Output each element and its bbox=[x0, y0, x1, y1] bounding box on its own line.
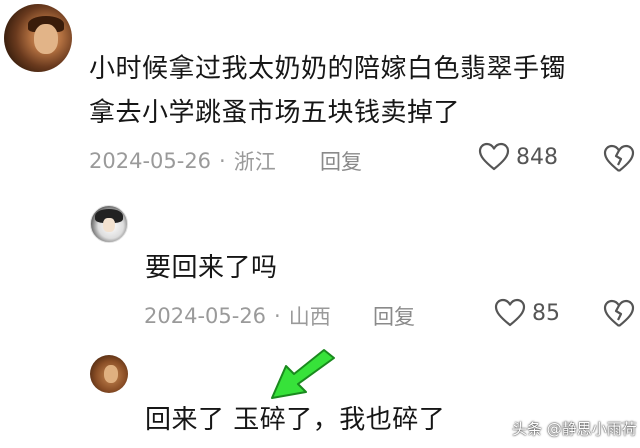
reply-text: 回来了 玉碎了，我也碎了 bbox=[145, 405, 446, 435]
comment-avatar[interactable] bbox=[4, 4, 72, 72]
reply-like-button[interactable]: 85 bbox=[494, 298, 560, 328]
reply-dislike-button[interactable] bbox=[602, 299, 640, 331]
meta-separator: · bbox=[219, 149, 226, 173]
reply-meta: 2024-05-26 · 山西 bbox=[144, 301, 331, 331]
reply-date: 2024-05-26 bbox=[144, 304, 267, 328]
avatar-face bbox=[104, 365, 118, 383]
comment-reply-button[interactable]: 回复 bbox=[320, 146, 362, 176]
reply-reply-button[interactable]: 回复 bbox=[373, 301, 415, 331]
comment-text-line2: 拿去小学跳蚤市场五块钱卖掉了 bbox=[89, 98, 461, 128]
reply-avatar[interactable] bbox=[90, 355, 128, 393]
reply-avatar[interactable] bbox=[90, 205, 128, 243]
comment-dislike-button[interactable] bbox=[602, 144, 640, 176]
avatar-face bbox=[103, 218, 115, 232]
reply-like-count: 85 bbox=[532, 300, 560, 326]
comment-meta: 2024-05-26 · 浙江 bbox=[89, 146, 276, 176]
comment-like-count: 848 bbox=[516, 144, 558, 170]
broken-heart-icon bbox=[603, 144, 635, 172]
heart-icon bbox=[494, 298, 526, 327]
heart-icon bbox=[478, 142, 510, 171]
comment-location: 浙江 bbox=[233, 150, 276, 174]
broken-heart-icon bbox=[603, 299, 635, 327]
meta-separator: · bbox=[274, 304, 281, 328]
comment-like-button[interactable]: 848 bbox=[478, 142, 558, 172]
avatar-face bbox=[34, 24, 58, 54]
reply-text: 要回来了吗 bbox=[145, 253, 278, 283]
comment-date: 2024-05-26 bbox=[89, 149, 212, 173]
watermark: 头条 @静思小雨荷 bbox=[512, 420, 637, 438]
comment-text-line1: 小时候拿过我太奶奶的陪嫁白色翡翠手镯 bbox=[89, 54, 567, 84]
reply-location: 山西 bbox=[288, 305, 331, 329]
